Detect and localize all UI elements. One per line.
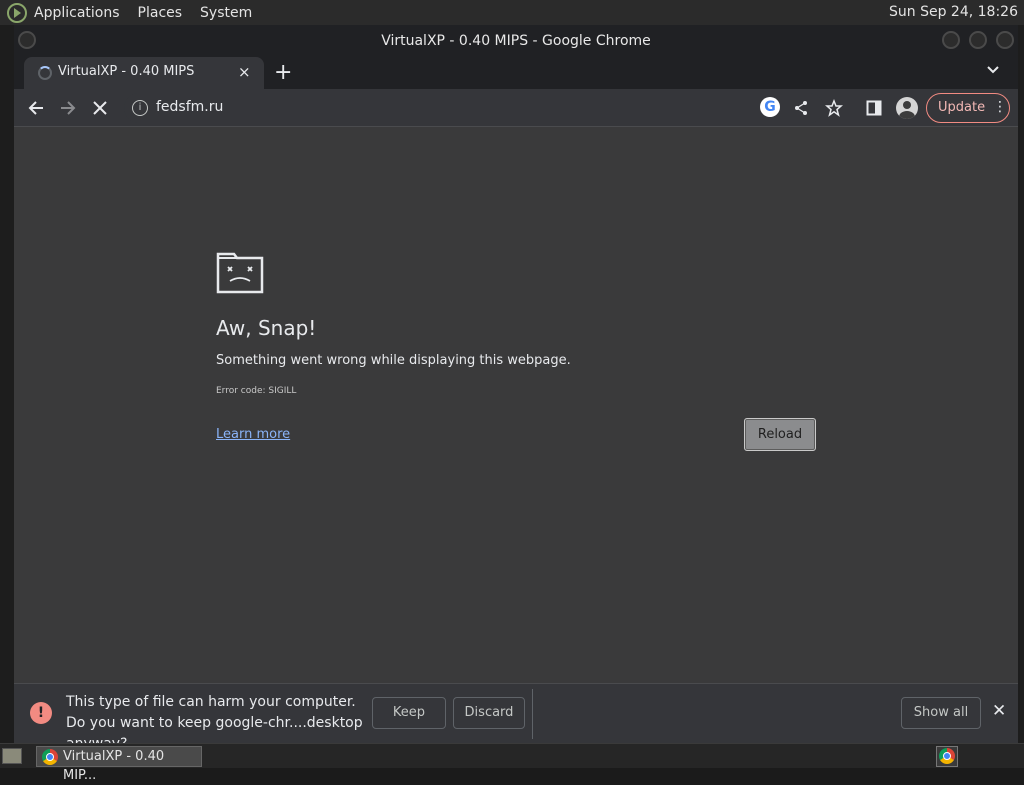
back-icon[interactable]: [25, 97, 47, 119]
discard-button[interactable]: Discard: [453, 697, 525, 729]
info-icon[interactable]: i: [132, 100, 148, 116]
download-bar: ! This type of file can harm your comput…: [14, 683, 1018, 743]
minimize-icon[interactable]: [942, 31, 960, 49]
warning-icon: !: [30, 702, 52, 724]
profile-icon[interactable]: [896, 97, 918, 119]
download-warning-text: This type of file can harm your computer…: [66, 694, 363, 743]
address-bar[interactable]: i fedsfm.ru G: [124, 93, 843, 123]
reload-button[interactable]: Reload: [744, 418, 816, 451]
page-content: Aw, Snap! Something went wrong while dis…: [14, 128, 1018, 683]
tab-virtualxp[interactable]: VirtualXP - 0.40 MIPS ×: [24, 57, 264, 89]
taskbar-item-label: VirtualXP - 0.40 MIP...: [63, 749, 165, 783]
google-icon[interactable]: G: [760, 97, 780, 117]
window-titlebar[interactable]: VirtualXP - 0.40 MIPS - Google Chrome: [14, 25, 1018, 57]
keep-button[interactable]: Keep: [372, 697, 446, 729]
toolbar: i fedsfm.ru G Update ⋮: [14, 89, 1018, 127]
maximize-icon[interactable]: [969, 31, 987, 49]
applications-menu[interactable]: Applications: [34, 5, 120, 21]
chrome-icon: [939, 748, 955, 764]
tray-chrome-button[interactable]: [936, 746, 958, 767]
forward-icon[interactable]: [57, 97, 79, 119]
share-icon[interactable]: [793, 100, 809, 116]
sad-tab-icon: [216, 252, 264, 294]
clock[interactable]: Sun Sep 24, 18:26: [889, 4, 1018, 20]
close-icon[interactable]: ×: [238, 63, 251, 81]
stop-icon[interactable]: [89, 97, 111, 119]
browser-window: VirtualXP - 0.40 MIPS - Google Chrome Vi…: [14, 25, 1018, 743]
app-menu-icon[interactable]: [6, 2, 28, 24]
update-button[interactable]: Update ⋮: [926, 93, 1010, 123]
update-label: Update: [938, 100, 986, 115]
star-icon[interactable]: [825, 99, 843, 117]
show-all-button[interactable]: Show all: [901, 697, 981, 729]
taskbar: VirtualXP - 0.40 MIP...: [0, 743, 1024, 783]
more-vert-icon[interactable]: ⋮: [993, 99, 1007, 115]
top-panel: Applications Places System Sun Sep 24, 1…: [0, 0, 1024, 25]
system-menu[interactable]: System: [200, 5, 252, 21]
window-close-icon[interactable]: [996, 31, 1014, 49]
taskbar-item-virtualxp[interactable]: VirtualXP - 0.40 MIP...: [36, 746, 202, 783]
chevron-down-icon[interactable]: [986, 63, 1000, 77]
divider: [532, 689, 533, 739]
error-message: Something went wrong while displaying th…: [216, 353, 571, 368]
error-title: Aw, Snap!: [216, 316, 317, 340]
places-menu[interactable]: Places: [138, 5, 183, 21]
window-menu-icon[interactable]: [18, 31, 36, 49]
desktop-edge-left: [0, 25, 14, 743]
side-panel-icon[interactable]: [866, 100, 882, 116]
chrome-icon: [42, 749, 58, 765]
close-icon[interactable]: ✕: [992, 701, 1006, 721]
show-desktop-icon[interactable]: [2, 748, 22, 764]
error-code: Error code: SIGILL: [216, 386, 297, 396]
tab-strip: VirtualXP - 0.40 MIPS × +: [14, 57, 1018, 89]
url-text[interactable]: fedsfm.ru: [156, 99, 223, 115]
learn-more-link[interactable]: Learn more: [216, 427, 290, 442]
window-title: VirtualXP - 0.40 MIPS - Google Chrome: [381, 33, 651, 49]
tab-title: VirtualXP - 0.40 MIPS: [58, 64, 195, 79]
plus-icon[interactable]: +: [274, 60, 292, 85]
spinner-icon: [38, 66, 52, 80]
desktop-edge-right: [1018, 25, 1024, 743]
